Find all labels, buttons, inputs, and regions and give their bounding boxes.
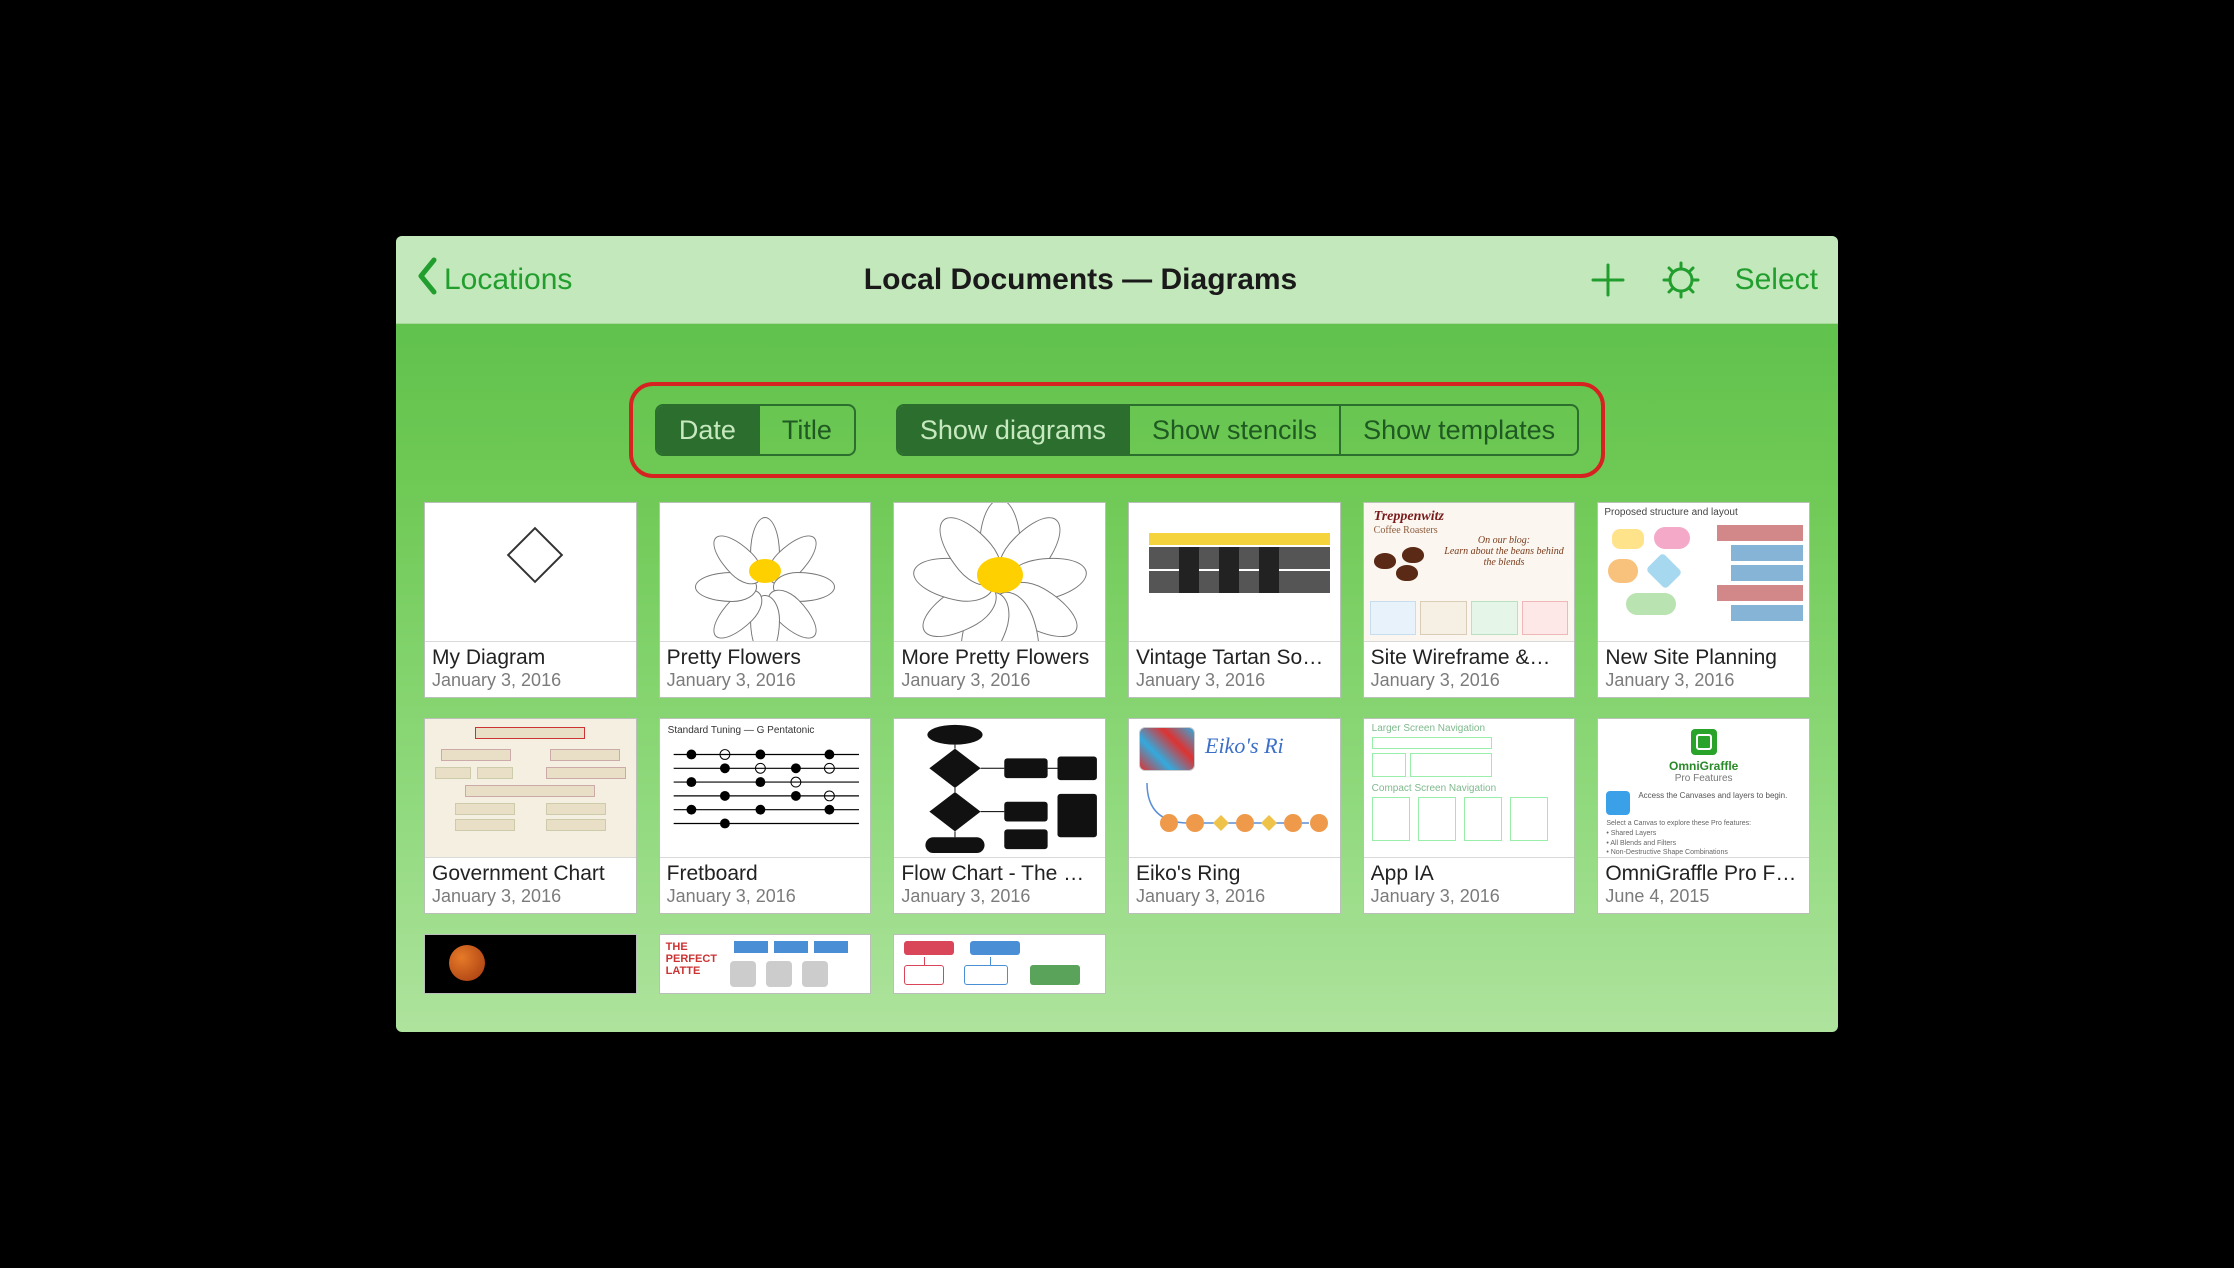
document-title: Flow Chart - The G…: [901, 862, 1098, 886]
chevron-left-icon: [416, 257, 438, 303]
documents-grid: My Diagram January 3, 2016: [424, 502, 1810, 1014]
document-title: App IA: [1371, 862, 1568, 886]
document-card[interactable]: THEPERFECTLATTE: [659, 934, 872, 994]
back-button[interactable]: Locations: [416, 257, 572, 303]
document-date: January 3, 2016: [1136, 670, 1333, 691]
document-meta: Government Chart January 3, 2016: [425, 858, 636, 913]
document-card[interactable]: My Diagram January 3, 2016: [424, 502, 637, 698]
document-meta: Pretty Flowers January 3, 2016: [660, 642, 871, 697]
document-card[interactable]: Government Chart January 3, 2016: [424, 718, 637, 914]
document-thumbnail: OmniGraffle Pro Features Access the Canv…: [1598, 719, 1809, 858]
document-thumbnail: [894, 503, 1105, 642]
document-meta: Site Wireframe &… January 3, 2016: [1364, 642, 1575, 697]
nav-actions: Select: [1589, 260, 1818, 300]
document-title: Vintage Tartan Soc…: [1136, 646, 1333, 670]
document-card[interactable]: [424, 934, 637, 994]
document-thumbnail: Standard Tuning — G Pentatonic: [660, 719, 871, 858]
back-label: Locations: [444, 263, 572, 297]
filter-row: Date Title Show diagrams Show stencils S…: [424, 324, 1810, 502]
document-title: Fretboard: [667, 862, 864, 886]
document-thumbnail: THEPERFECTLATTE: [660, 935, 871, 993]
navigation-bar: Locations Local Documents — Diagrams: [396, 236, 1838, 324]
plus-icon: [1589, 261, 1627, 299]
document-date: January 3, 2016: [1371, 886, 1568, 907]
document-date: January 3, 2016: [1136, 886, 1333, 907]
document-date: January 3, 2016: [901, 886, 1098, 907]
settings-button[interactable]: [1661, 260, 1701, 300]
document-card[interactable]: OmniGraffle Pro Features Access the Canv…: [1597, 718, 1810, 914]
document-date: January 3, 2016: [901, 670, 1098, 691]
filter-show-diagrams[interactable]: Show diagrams: [898, 406, 1128, 454]
document-meta: New Site Planning January 3, 2016: [1598, 642, 1809, 697]
sort-segmented-control: Date Title: [655, 404, 856, 456]
filter-show-templates[interactable]: Show templates: [1339, 406, 1577, 454]
document-title: Pretty Flowers: [667, 646, 864, 670]
document-title: Government Chart: [432, 862, 629, 886]
document-title: Site Wireframe &…: [1371, 646, 1568, 670]
add-button[interactable]: [1589, 261, 1627, 299]
document-meta: More Pretty Flowers January 3, 2016: [894, 642, 1105, 697]
document-card[interactable]: Pretty Flowers January 3, 2016: [659, 502, 872, 698]
document-title: New Site Planning: [1605, 646, 1802, 670]
document-card[interactable]: More Pretty Flowers January 3, 2016: [893, 502, 1106, 698]
document-card[interactable]: Flow Chart - The G… January 3, 2016: [893, 718, 1106, 914]
document-meta: Eiko's Ring January 3, 2016: [1129, 858, 1340, 913]
device-frame: Locations Local Documents — Diagrams: [389, 229, 1845, 1039]
document-date: January 3, 2016: [1605, 670, 1802, 691]
document-title: OmniGraffle Pro Fe…: [1605, 862, 1802, 886]
document-card[interactable]: Eiko's Ri: [1128, 718, 1341, 914]
document-title: Eiko's Ring: [1136, 862, 1333, 886]
document-card[interactable]: Proposed structure and layout: [1597, 502, 1810, 698]
document-thumbnail: Eiko's Ri: [1129, 719, 1340, 858]
document-card[interactable]: Treppenwitz Coffee Roasters On our blog:…: [1363, 502, 1576, 698]
document-meta: Flow Chart - The G… January 3, 2016: [894, 858, 1105, 913]
document-thumbnail: [425, 503, 636, 642]
document-card[interactable]: [893, 934, 1106, 994]
document-thumbnail: [660, 503, 871, 642]
content-area[interactable]: Date Title Show diagrams Show stencils S…: [396, 324, 1838, 1032]
document-title: More Pretty Flowers: [901, 646, 1098, 670]
screen: Locations Local Documents — Diagrams: [396, 236, 1838, 1032]
select-button[interactable]: Select: [1735, 263, 1818, 297]
document-date: January 3, 2016: [432, 670, 629, 691]
document-card[interactable]: Larger Screen Navigation Compact Screen …: [1363, 718, 1576, 914]
document-meta: Fretboard January 3, 2016: [660, 858, 871, 913]
document-thumbnail: [425, 719, 636, 858]
document-date: January 3, 2016: [667, 886, 864, 907]
gear-icon: [1661, 260, 1701, 300]
sort-by-date[interactable]: Date: [657, 406, 758, 454]
document-date: January 3, 2016: [432, 886, 629, 907]
document-thumbnail: Treppenwitz Coffee Roasters On our blog:…: [1364, 503, 1575, 642]
document-date: June 4, 2015: [1605, 886, 1802, 907]
document-thumbnail: Proposed structure and layout: [1598, 503, 1809, 642]
sort-by-title[interactable]: Title: [758, 406, 854, 454]
document-thumbnail: [425, 935, 636, 993]
document-card[interactable]: Vintage Tartan Soc… January 3, 2016: [1128, 502, 1341, 698]
document-meta: App IA January 3, 2016: [1364, 858, 1575, 913]
document-date: January 3, 2016: [667, 670, 864, 691]
filter-show-stencils[interactable]: Show stencils: [1128, 406, 1339, 454]
page-title: Local Documents — Diagrams: [864, 263, 1297, 297]
document-date: January 3, 2016: [1371, 670, 1568, 691]
document-card[interactable]: Standard Tuning — G Pentatonic: [659, 718, 872, 914]
document-thumbnail: [894, 719, 1105, 858]
document-meta: Vintage Tartan Soc… January 3, 2016: [1129, 642, 1340, 697]
document-title: My Diagram: [432, 646, 629, 670]
filter-highlight-box: Date Title Show diagrams Show stencils S…: [629, 382, 1605, 478]
document-meta: OmniGraffle Pro Fe… June 4, 2015: [1598, 858, 1809, 913]
filter-segmented-control: Show diagrams Show stencils Show templat…: [896, 404, 1579, 456]
document-thumbnail: Larger Screen Navigation Compact Screen …: [1364, 719, 1575, 858]
document-meta: My Diagram January 3, 2016: [425, 642, 636, 697]
document-thumbnail: [1129, 503, 1340, 642]
document-thumbnail: [894, 935, 1105, 993]
